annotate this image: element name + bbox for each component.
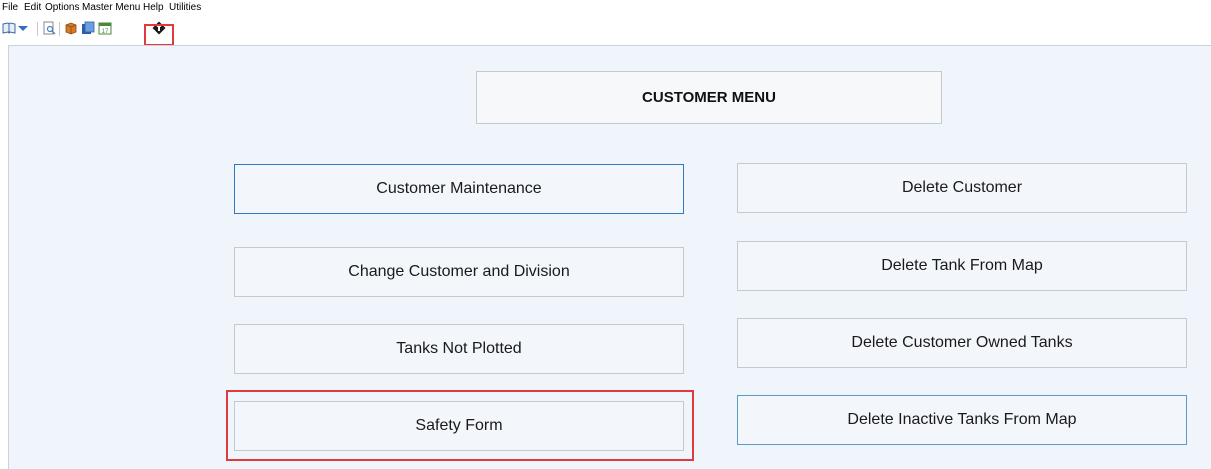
safety-form-highlight: [226, 390, 694, 461]
menu-bar: File Edit Options Master Menu Help Utili…: [0, 0, 1211, 16]
toolbar: 17: [0, 17, 1211, 41]
change-customer-and-division-button[interactable]: Change Customer and Division: [234, 247, 684, 297]
reports-icon[interactable]: [81, 21, 95, 35]
menu-help[interactable]: Help: [143, 2, 164, 14]
menu-file[interactable]: File: [2, 2, 18, 14]
box-icon[interactable]: [64, 21, 78, 35]
dropdown-arrow-icon[interactable]: [17, 21, 29, 35]
page-title: CUSTOMER MENU: [476, 71, 942, 124]
customer-maintenance-button[interactable]: Customer Maintenance: [234, 164, 684, 214]
menu-edit[interactable]: Edit: [24, 2, 41, 14]
toolbar-separator: [59, 22, 60, 36]
menu-utilities[interactable]: Utilities: [169, 2, 201, 14]
tanks-not-plotted-button[interactable]: Tanks Not Plotted: [234, 324, 684, 374]
toolbar-highlight: [144, 24, 174, 46]
toolbar-separator: [37, 22, 38, 36]
book-icon[interactable]: [2, 21, 16, 35]
delete-customer-owned-tanks-button[interactable]: Delete Customer Owned Tanks: [737, 318, 1187, 368]
menu-master-menu[interactable]: Master Menu: [82, 2, 140, 14]
delete-inactive-tanks-from-map-button[interactable]: Delete Inactive Tanks From Map: [737, 395, 1187, 445]
calendar-day-text: 17: [102, 29, 109, 35]
calendar-icon[interactable]: 17: [98, 21, 112, 35]
delete-tank-from-map-button[interactable]: Delete Tank From Map: [737, 241, 1187, 291]
delete-customer-button[interactable]: Delete Customer: [737, 163, 1187, 213]
search-document-icon[interactable]: [42, 21, 56, 35]
menu-options[interactable]: Options: [45, 2, 79, 14]
